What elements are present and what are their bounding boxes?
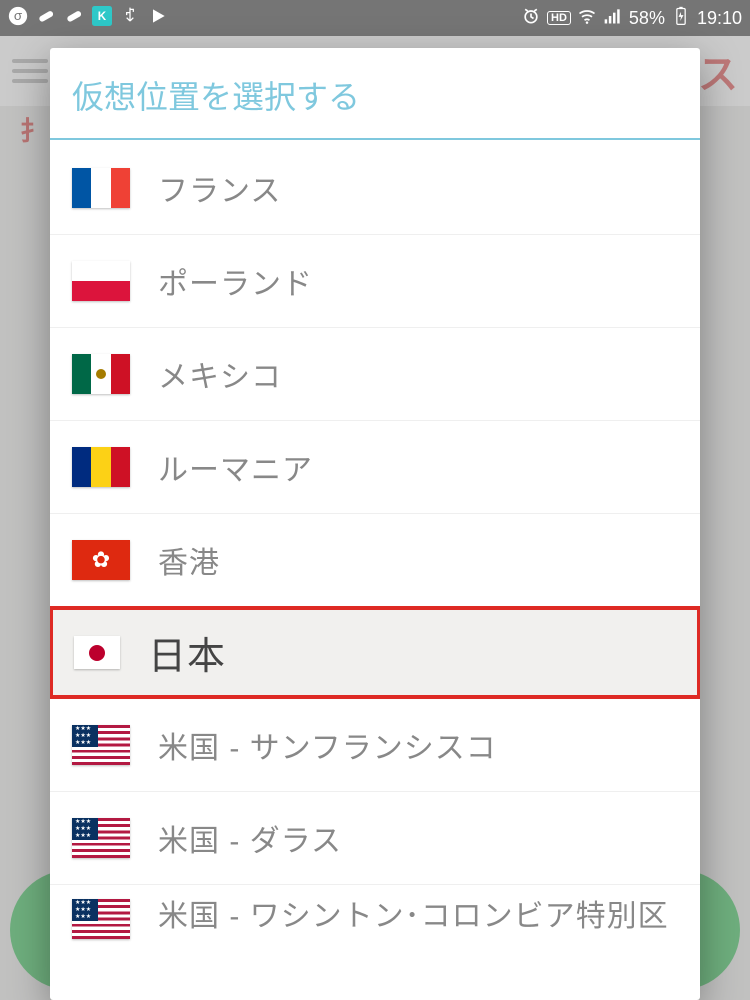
location-item-japan[interactable]: 日本	[50, 606, 700, 699]
play-icon	[148, 6, 168, 31]
android-status-bar: σ K HD 58% 19:10	[0, 0, 750, 36]
location-item-mexico[interactable]: メキシコ	[50, 328, 700, 421]
dialog-title: 仮想位置を選択する	[50, 48, 700, 138]
flag-hongkong-icon	[72, 540, 130, 580]
select-location-dialog: 仮想位置を選択する フランス ポーランド メキシコ ルーマニア 香港 日本	[50, 48, 700, 1000]
location-label: ポーランド	[158, 259, 313, 303]
location-item-hongkong[interactable]: 香港	[50, 514, 700, 607]
flag-us-icon	[72, 818, 130, 858]
sigma-icon: σ	[8, 6, 28, 31]
location-label: フランス	[158, 166, 281, 210]
flag-us-icon	[72, 725, 130, 765]
location-item-us-sf[interactable]: 米国 - サンフランシスコ	[50, 699, 700, 792]
usb-icon	[120, 6, 140, 31]
location-list[interactable]: フランス ポーランド メキシコ ルーマニア 香港 日本 米国 - サンフランシス…	[50, 142, 700, 1000]
battery-percent: 58%	[629, 8, 665, 29]
pill-icon	[36, 6, 56, 31]
location-label: 日本	[148, 625, 226, 680]
location-item-us-dallas[interactable]: 米国 - ダラス	[50, 792, 700, 885]
location-label: 米国 - ワシントン･コロンビア特別区	[158, 899, 669, 935]
location-item-us-dc[interactable]: 米国 - ワシントン･コロンビア特別区	[50, 885, 700, 953]
kaspersky-icon: K	[92, 6, 112, 31]
flag-romania-icon	[72, 447, 130, 487]
status-bar-right: HD 58% 19:10	[521, 6, 742, 31]
wifi-icon	[577, 6, 597, 31]
location-label: メキシコ	[158, 352, 282, 396]
flag-japan-icon	[74, 636, 120, 669]
location-item-france[interactable]: フランス	[50, 142, 700, 235]
location-label: 米国 - ダラス	[158, 816, 342, 860]
flag-mexico-icon	[72, 354, 130, 394]
location-item-romania[interactable]: ルーマニア	[50, 421, 700, 514]
pill-icon	[64, 6, 84, 31]
alarm-icon	[521, 6, 541, 31]
location-item-poland[interactable]: ポーランド	[50, 235, 700, 328]
flag-france-icon	[72, 168, 130, 208]
svg-text:K: K	[98, 10, 107, 23]
location-label: 香港	[158, 538, 220, 582]
svg-text:σ: σ	[14, 8, 23, 23]
hd-icon: HD	[547, 11, 571, 25]
battery-charging-icon	[671, 6, 691, 31]
cell-signal-icon	[603, 6, 623, 31]
dialog-divider	[50, 138, 700, 140]
location-label: 米国 - サンフランシスコ	[158, 723, 497, 767]
flag-poland-icon	[72, 261, 130, 301]
location-label: ルーマニア	[158, 445, 313, 489]
status-bar-left: σ K	[8, 6, 168, 31]
status-bar-time: 19:10	[697, 8, 742, 29]
flag-us-icon	[72, 899, 130, 939]
